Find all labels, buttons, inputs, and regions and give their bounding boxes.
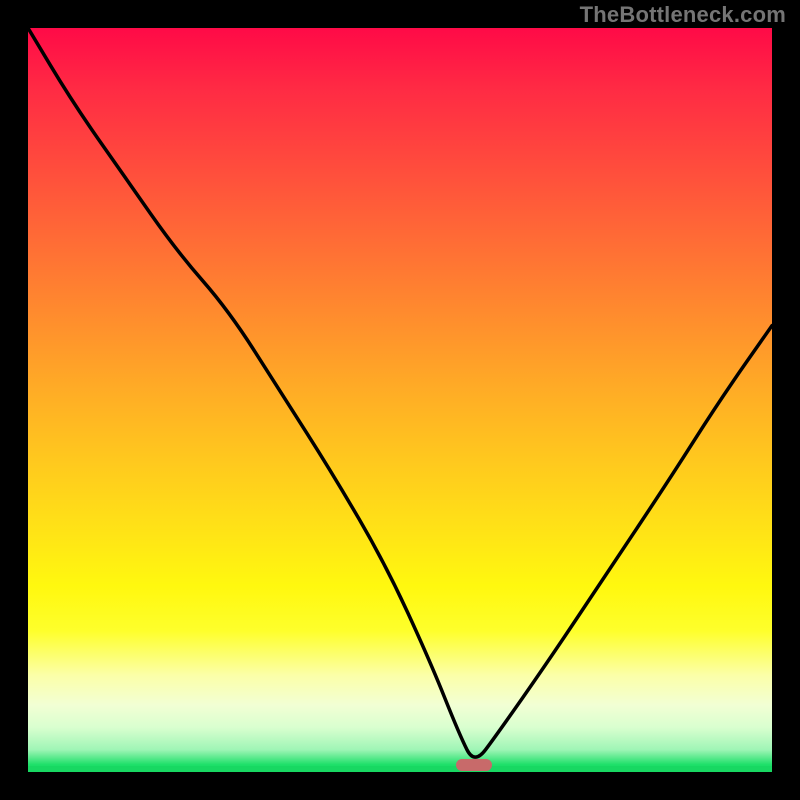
- bottleneck-curve: [28, 28, 772, 772]
- watermark-text: TheBottleneck.com: [580, 2, 786, 28]
- chart-frame: TheBottleneck.com: [0, 0, 800, 800]
- plot-area: [28, 28, 772, 772]
- optimal-point-marker: [456, 759, 492, 771]
